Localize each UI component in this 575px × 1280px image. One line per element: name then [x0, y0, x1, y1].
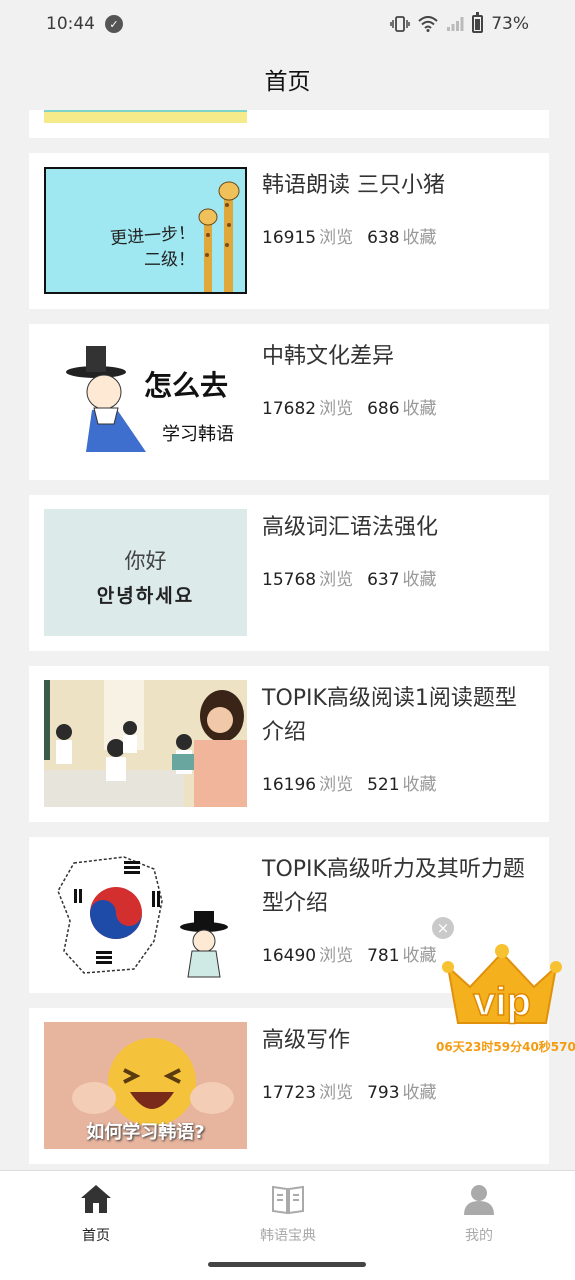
favorite-label: 收藏	[402, 1083, 437, 1103]
view-count: 16490	[262, 946, 317, 966]
favorite-count: 793	[367, 1083, 400, 1103]
course-thumbnail	[44, 110, 247, 123]
vip-label: vip	[473, 980, 531, 1024]
favorite-count: 638	[367, 228, 400, 248]
view-count: 17723	[262, 1083, 317, 1103]
course-stats: 15768 浏览 637 收藏	[262, 565, 437, 590]
course-thumbnail: 如何学习韩语?	[44, 1022, 247, 1149]
view-count: 16196	[262, 775, 317, 795]
course-stats: 16915 浏览 638 收藏	[262, 223, 437, 248]
course-thumbnail: 你好 안녕하세요	[44, 509, 247, 636]
check-icon: ✓	[105, 15, 123, 33]
user-icon	[464, 1185, 494, 1215]
list-item[interactable]: 更进一步！ 二级！ 韩语朗读 三只小猪 16915 浏览 638 收藏	[29, 153, 549, 309]
list-item[interactable]: TOPIK高级阅读1阅读题型介绍 16196 浏览 521 收藏	[29, 666, 549, 822]
favorite-count: 637	[367, 570, 400, 590]
tab-mine-label: 我的	[465, 1228, 493, 1244]
list-item-partial[interactable]	[29, 110, 549, 138]
tab-mine[interactable]: 我的	[419, 1183, 539, 1245]
thumbnail-caption: 你好	[124, 549, 167, 573]
home-icon	[81, 1185, 111, 1213]
classroom-photo	[44, 680, 247, 807]
status-time: 10:44	[46, 14, 95, 34]
list-item[interactable]: 你好 안녕하세요 高级词汇语法强化 15768 浏览 637 收藏	[29, 495, 549, 651]
favorite-count: 781	[367, 946, 400, 966]
view-label: 浏览	[319, 399, 354, 419]
course-stats: 17682 浏览 686 收藏	[262, 394, 437, 419]
favorite-label: 收藏	[402, 228, 437, 248]
course-thumbnail	[44, 851, 247, 978]
course-thumbnail	[44, 680, 247, 807]
course-stats: 16196 浏览 521 收藏	[262, 770, 437, 795]
thumbnail-caption: 二级！	[144, 250, 195, 270]
tab-home[interactable]: 首页	[36, 1183, 156, 1245]
view-label: 浏览	[319, 228, 354, 248]
status-bar: 10:44 ✓ 73%	[0, 0, 575, 48]
view-count: 15768	[262, 570, 317, 590]
course-stats: 17723 浏览 793 收藏	[262, 1078, 437, 1103]
battery-level: 73%	[491, 14, 529, 34]
signal-icon	[447, 17, 464, 31]
list-item[interactable]: 怎么去 学习韩语 中韩文化差异 17682 浏览 686 收藏	[29, 324, 549, 480]
course-thumbnail: 怎么去 学习韩语	[44, 338, 247, 465]
course-title: 高级词汇语法强化	[262, 515, 439, 540]
page-title-bar: 首页	[0, 48, 575, 110]
vip-floating-badge[interactable]: × vip 06天23时59分40秒570	[432, 915, 575, 1055]
thumbnail-caption: 学习韩语	[162, 424, 234, 445]
thumbnail-caption: 怎么去	[144, 369, 229, 402]
view-label: 浏览	[319, 775, 354, 795]
course-title: 中韩文化差异	[262, 344, 395, 369]
close-icon[interactable]: ×	[432, 917, 454, 939]
favorite-count: 521	[367, 775, 400, 795]
course-title: 韩语朗读 三只小猪	[262, 173, 445, 198]
view-count: 17682	[262, 399, 317, 419]
wifi-icon	[418, 16, 438, 32]
view-label: 浏览	[319, 946, 354, 966]
course-title: TOPIK高级阅读1阅读题型介绍	[262, 686, 517, 745]
favorite-label: 收藏	[402, 399, 437, 419]
vip-crown-icon[interactable]: vip	[440, 943, 564, 1027]
vip-countdown: 06天23时59分40秒570	[436, 1040, 575, 1054]
page-title: 首页	[264, 69, 311, 95]
bottom-nav: 首页 韩语宝典 我的	[0, 1170, 575, 1280]
view-label: 浏览	[319, 1083, 354, 1103]
book-icon	[272, 1185, 304, 1215]
hanbok-figure-icon	[66, 346, 146, 452]
thumbnail-caption: 안녕하세요	[96, 585, 195, 607]
view-count: 16915	[262, 228, 317, 248]
thumbnail-caption: 如何学习韩语?	[86, 1122, 205, 1143]
battery-icon	[472, 12, 484, 33]
tab-home-label: 首页	[82, 1228, 110, 1244]
tab-dictionary-label: 韩语宝典	[260, 1228, 316, 1244]
favorite-label: 收藏	[402, 570, 437, 590]
view-label: 浏览	[319, 570, 354, 590]
tab-dictionary[interactable]: 韩语宝典	[228, 1183, 348, 1245]
course-title: TOPIK高级听力及其听力题型介绍	[262, 857, 525, 916]
course-stats: 16490 浏览 781 收藏	[262, 941, 437, 966]
korea-flag-map-icon	[57, 856, 228, 978]
course-thumbnail: 更进一步！ 二级！	[44, 167, 247, 294]
vibrate-icon	[390, 16, 410, 32]
favorite-count: 686	[367, 399, 400, 419]
favorite-label: 收藏	[402, 775, 437, 795]
home-indicator[interactable]	[208, 1262, 366, 1267]
giraffe-icon	[198, 181, 240, 292]
